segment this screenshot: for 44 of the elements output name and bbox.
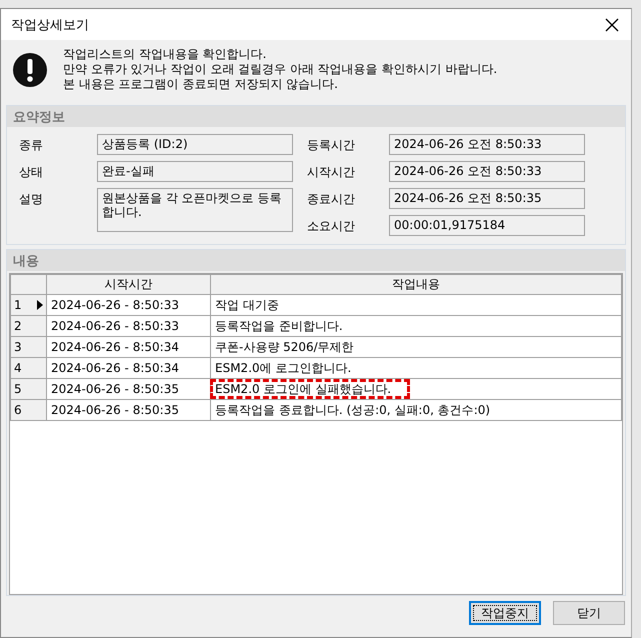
row-header[interactable]: 5 xyxy=(10,378,46,400)
column-header[interactable]: 시작시간 xyxy=(46,274,210,294)
section-title: 내용 xyxy=(7,250,625,271)
field-value: 00:00:01,9175184 xyxy=(389,215,585,236)
table-cell-text: 쿠폰-사용량 5206/무제한 xyxy=(214,339,355,356)
table-cell: 2024-06-26 - 8:50:34 xyxy=(46,336,210,358)
table-cell: 2024-06-26 - 8:50:33 xyxy=(46,294,210,316)
window-title: 작업상세보기 xyxy=(11,16,89,34)
row-header[interactable]: 4 xyxy=(10,358,46,378)
dialog-button[interactable]: 닫기 xyxy=(553,601,625,625)
section-title: 요약정보 xyxy=(7,106,625,127)
table-cell: 2024-06-26 - 8:50:34 xyxy=(46,358,210,378)
row-header[interactable]: 6 xyxy=(10,400,46,420)
table-cell: ESM2.0 로그인에 실패했습니다. xyxy=(210,379,410,399)
field-label: 종류 xyxy=(19,137,44,154)
table-cell-text: 등록작업을 종료합니다. (성공:0, 실패:0, 총건수:0) xyxy=(214,402,492,419)
exclamation-icon xyxy=(13,52,47,86)
field-value: 2024-06-26 오전 8:50:33 xyxy=(389,161,585,182)
row-header[interactable]: 2 xyxy=(10,316,46,336)
close-icon[interactable] xyxy=(603,16,621,34)
field-label: 설명 xyxy=(19,191,44,208)
table-cell: 2024-06-26 - 8:50:35 xyxy=(46,400,210,420)
field-label: 시작시간 xyxy=(307,164,356,181)
field-label: 등록시간 xyxy=(307,137,356,154)
field-value: 2024-06-26 오전 8:50:35 xyxy=(389,188,585,209)
table-cell-text: ESM2.0에 로그인합니다. xyxy=(214,360,352,377)
dialog-button[interactable]: 작업중지 xyxy=(469,601,541,625)
table-cell: 2024-06-26 - 8:50:33 xyxy=(46,316,210,336)
field-value: 완료-실패 xyxy=(97,161,293,182)
field-value: 상품등록 (ID:2) xyxy=(97,134,293,155)
row-header[interactable]: 3 xyxy=(10,336,46,358)
table-cell-text: 작업 대기중 xyxy=(214,297,280,314)
table-cell-text: 등록작업을 준비합니다. xyxy=(214,318,344,335)
notice-text: 본 내용은 프로그램이 종료되면 저장되지 않습니다. xyxy=(63,77,339,92)
field-label: 종료시간 xyxy=(307,191,356,208)
notice-text: 만약 오류가 있거나 작업이 오래 걸릴경우 아래 작업내용을 확인하시기 바랍니다. xyxy=(63,62,498,77)
field-label: 소요시간 xyxy=(307,218,356,235)
current-row-icon xyxy=(37,300,43,310)
field-label: 상태 xyxy=(19,164,44,181)
field-value: 원본상품을 각 오픈마켓으로 등록 합니다. xyxy=(97,188,293,232)
notice-text: 작업리스트의 작업내용을 확인합니다. xyxy=(63,47,268,62)
column-header[interactable]: 작업내용 xyxy=(210,274,622,294)
row-header[interactable]: 1 xyxy=(10,294,46,316)
field-value: 2024-06-26 오전 8:50:33 xyxy=(389,134,585,155)
